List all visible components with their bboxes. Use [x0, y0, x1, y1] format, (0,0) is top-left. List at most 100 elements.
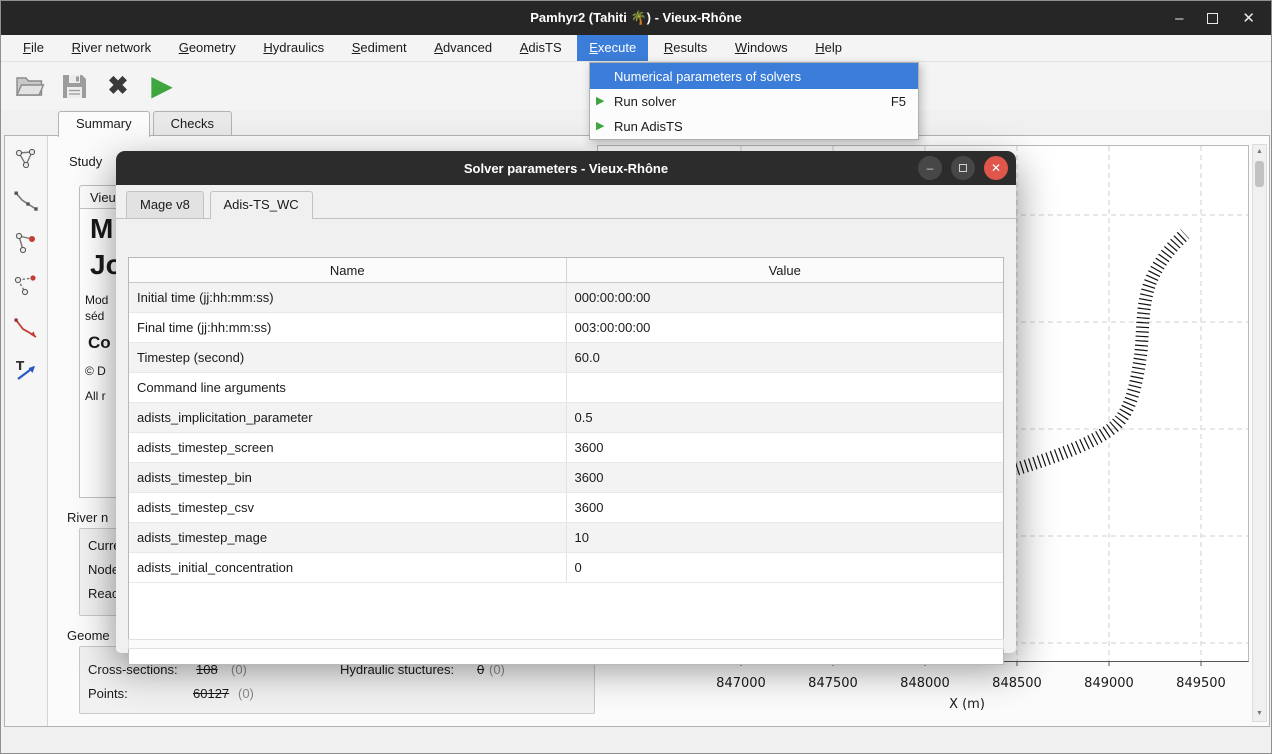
- save-icon: [61, 73, 88, 100]
- param-name: Final time (jj:hh:mm:ss): [129, 313, 567, 342]
- menu-item-numerical-parameters[interactable]: Numerical parameters of solvers: [590, 63, 918, 89]
- dialog-maximize-button[interactable]: [951, 156, 975, 180]
- close-study-button[interactable]: ✖: [101, 67, 135, 105]
- tab-mage-v8[interactable]: Mage v8: [126, 191, 204, 218]
- close-icon: ✕: [991, 162, 1001, 174]
- menu-item-run-solver[interactable]: ▶ Run solver F5: [590, 89, 918, 114]
- param-value[interactable]: 000:00:00:00: [567, 283, 1004, 312]
- x-axis-label: X (m): [949, 697, 985, 712]
- points-label: Points:: [88, 686, 128, 702]
- title-bar: Pamhyr2 (Tahiti 🌴) - Vieux-Rhône – ✕: [1, 1, 1271, 35]
- profile-tool-button[interactable]: [9, 184, 43, 218]
- study-copyright: © D: [85, 364, 106, 378]
- param-value[interactable]: [567, 373, 1004, 402]
- network-tool-button[interactable]: [9, 142, 43, 176]
- delete-icon: ✖: [108, 74, 129, 99]
- param-value[interactable]: 3600: [567, 463, 1004, 492]
- param-name: adists_timestep_mage: [129, 523, 567, 552]
- table-row: Command line arguments: [129, 373, 1003, 403]
- param-name: adists_timestep_bin: [129, 463, 567, 492]
- maximize-icon: [959, 164, 967, 172]
- menu-hydraulics[interactable]: Hydraulics: [251, 35, 336, 61]
- table-row: adists_timestep_bin 3600: [129, 463, 1003, 493]
- translate-tool-button[interactable]: T: [9, 354, 43, 388]
- run-solver-button[interactable]: ▶: [145, 67, 179, 105]
- param-value[interactable]: 0.5: [567, 403, 1004, 432]
- param-value[interactable]: 0: [567, 553, 1004, 582]
- menu-item-label: Run AdisTS: [614, 119, 683, 134]
- tab-checks[interactable]: Checks: [153, 111, 232, 136]
- menu-results[interactable]: Results: [652, 35, 719, 61]
- menu-advanced[interactable]: Advanced: [422, 35, 504, 61]
- slope-tool-button[interactable]: [9, 312, 43, 346]
- column-header-name[interactable]: Name: [129, 258, 567, 282]
- dialog-window-controls: – ✕: [918, 156, 1008, 180]
- parameters-table: Name Value Initial time (jj:hh:mm:ss) 00…: [128, 257, 1004, 665]
- scroll-up-icon[interactable]: ▲: [1253, 146, 1266, 158]
- menu-help[interactable]: Help: [803, 35, 854, 61]
- x-tick-label: 848500: [992, 676, 1042, 691]
- table-row: adists_implicitation_parameter 0.5: [129, 403, 1003, 433]
- left-tool-strip: T: [5, 136, 48, 726]
- dialog-close-button[interactable]: ✕: [984, 156, 1008, 180]
- menu-river-network[interactable]: River network: [60, 35, 163, 61]
- column-header-value[interactable]: Value: [567, 258, 1004, 282]
- param-name: Initial time (jj:hh:mm:ss): [129, 283, 567, 312]
- svg-text:T: T: [16, 359, 25, 373]
- menu-file[interactable]: File: [11, 35, 56, 61]
- tab-summary[interactable]: Summary: [58, 111, 150, 137]
- dialog-minimize-button[interactable]: –: [918, 156, 942, 180]
- table-row: Initial time (jj:hh:mm:ss) 000:00:00:00: [129, 283, 1003, 313]
- study-desc-line2: séd: [85, 309, 104, 323]
- menu-item-run-adists[interactable]: ▶ Run AdisTS: [590, 114, 918, 139]
- slope-profile-icon: [13, 316, 39, 342]
- open-study-button[interactable]: [13, 67, 47, 105]
- translate-icon: T: [13, 358, 39, 384]
- param-name: Timestep (second): [129, 343, 567, 372]
- longitudinal-profile-icon: [13, 188, 39, 214]
- param-name: adists_timestep_csv: [129, 493, 567, 522]
- dialog-resize-strip[interactable]: [128, 639, 1004, 649]
- param-value[interactable]: 003:00:00:00: [567, 313, 1004, 342]
- study-heading-line1: M: [90, 213, 113, 245]
- run-icon: ▶: [151, 72, 173, 100]
- scroll-down-icon[interactable]: ▼: [1253, 708, 1266, 720]
- dialog-body: Mage v8 Adis-TS_WC Name Value Initial ti…: [116, 185, 1016, 653]
- x-tick-label: 849000: [1084, 676, 1134, 691]
- param-value[interactable]: 10: [567, 523, 1004, 552]
- minimize-icon[interactable]: –: [1175, 11, 1183, 26]
- x-tick-label: 849500: [1176, 676, 1226, 691]
- river-network-icon: [13, 146, 39, 172]
- menu-geometry[interactable]: Geometry: [167, 35, 248, 61]
- tab-adis-ts-wc[interactable]: Adis-TS_WC: [210, 191, 313, 219]
- x-tick-label: 848000: [900, 676, 950, 691]
- table-row: adists_timestep_mage 10: [129, 523, 1003, 553]
- river-network-row: Reac: [88, 586, 118, 602]
- save-study-button[interactable]: [57, 67, 91, 105]
- edit-nodes-tool-button[interactable]: [9, 226, 43, 260]
- open-folder-icon: [15, 74, 45, 98]
- points-value: 60127: [193, 686, 229, 702]
- reach-tool-button[interactable]: [9, 268, 43, 302]
- table-row: Timestep (second) 60.0: [129, 343, 1003, 373]
- app-window: Pamhyr2 (Tahiti 🌴) - Vieux-Rhône – ✕ Fil…: [0, 0, 1272, 754]
- table-row: adists_initial_concentration 0: [129, 553, 1003, 583]
- maximize-icon[interactable]: [1207, 13, 1218, 24]
- scrollbar-thumb[interactable]: [1255, 161, 1264, 187]
- param-value[interactable]: 3600: [567, 433, 1004, 462]
- menu-sediment[interactable]: Sediment: [340, 35, 419, 61]
- vertical-scrollbar[interactable]: ▲ ▼: [1252, 144, 1267, 722]
- param-value[interactable]: 3600: [567, 493, 1004, 522]
- menu-execute[interactable]: Execute: [577, 35, 648, 61]
- param-value[interactable]: 60.0: [567, 343, 1004, 372]
- menu-adists[interactable]: AdisTS: [508, 35, 574, 61]
- menu-windows[interactable]: Windows: [723, 35, 800, 61]
- close-icon[interactable]: ✕: [1242, 11, 1255, 26]
- study-group-label: Study: [69, 154, 102, 169]
- menu-item-label: Numerical parameters of solvers: [614, 69, 801, 84]
- window-title: Pamhyr2 (Tahiti 🌴) - Vieux-Rhône: [530, 10, 741, 26]
- study-desc-line1: Mod: [85, 293, 108, 307]
- reach-network-icon: [13, 272, 39, 298]
- study-rights: All r: [85, 389, 106, 403]
- x-tick-label: 847000: [716, 676, 766, 691]
